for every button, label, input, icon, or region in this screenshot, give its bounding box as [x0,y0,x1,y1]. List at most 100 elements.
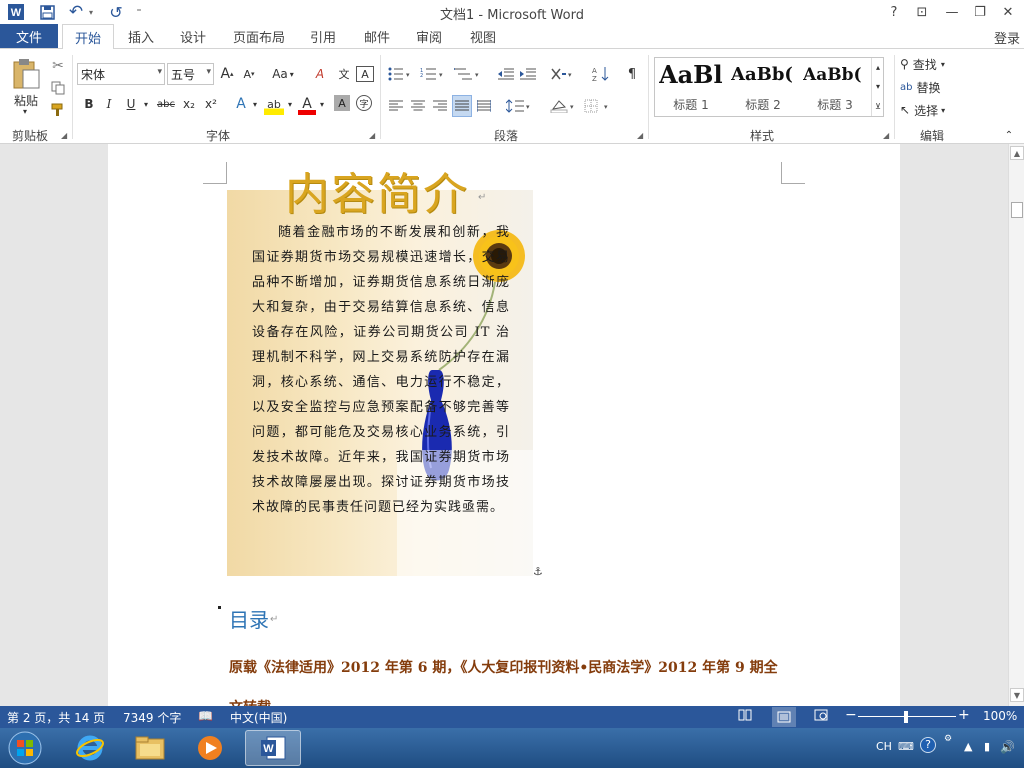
collapse-ribbon-icon[interactable]: ⌃ [1002,129,1016,141]
font-color-dropdown-icon[interactable]: ▾ [318,93,326,115]
character-border-button[interactable]: A [356,66,374,82]
paragraph-launcher-icon[interactable]: ◢ [637,131,643,140]
input-method-indicator[interactable]: CH [876,740,892,753]
tab-insert[interactable]: 插入 [118,24,164,48]
highlight-dropdown-icon[interactable]: ▾ [286,93,294,115]
zoom-in-icon[interactable]: + [958,707,970,723]
styles-more-icon[interactable]: ⊻ [871,96,884,116]
highlight-button[interactable]: ab [264,93,284,115]
cut-icon[interactable]: ✂ [48,55,68,77]
close-button[interactable]: ✕ [994,0,1022,24]
tab-references[interactable]: 引用 [300,24,346,48]
customize-qat-icon[interactable]: ⁼ [132,2,146,22]
taskbar-file-explorer[interactable] [122,730,178,766]
phonetic-guide-button[interactable]: 文 [334,63,354,85]
web-layout-icon[interactable] [814,709,828,724]
grow-font-button[interactable]: A ▴ [218,63,236,85]
align-center-icon[interactable] [408,95,428,117]
font-size-combo[interactable]: 五号 ▾ [167,63,214,85]
style-heading-2[interactable]: AaBb( 标题 2 [727,58,799,116]
strikethrough-button[interactable]: abc [154,93,178,115]
vertical-scrollbar[interactable]: ▲ ▼ [1008,144,1024,706]
shading-icon[interactable]: ▾ [548,95,578,117]
bold-button[interactable]: B [80,93,98,115]
taskbar-media-player[interactable] [182,730,238,766]
show-hidden-icons[interactable]: ▲ [964,740,972,753]
format-painter-icon[interactable] [48,99,68,121]
clipboard-launcher-icon[interactable]: ◢ [61,131,67,140]
minimize-button[interactable]: — [938,0,966,24]
style-heading-1[interactable]: AaBl 标题 1 [655,58,727,116]
volume-icon[interactable]: 🔊 [1000,740,1015,754]
style-heading-3[interactable]: AaBb( 标题 3 [799,58,871,116]
multilevel-list-icon[interactable]: ▾ [452,63,482,85]
print-layout-icon[interactable] [772,707,796,727]
select-button[interactable]: ↖ 选择 ▾ [900,99,962,121]
scrollbar-thumb[interactable] [1011,202,1023,218]
zoom-out-icon[interactable]: − [845,707,857,723]
line-spacing-icon[interactable]: ▾ [504,95,534,117]
paste-dropdown-icon[interactable]: ▾ [18,105,32,117]
undo-icon[interactable]: ↶ [66,2,86,22]
undo-dropdown-icon[interactable]: ▾ [86,2,96,22]
subscript-button[interactable]: x₂ [180,93,198,115]
options-tray-icon[interactable]: ⚙ [944,734,952,744]
read-mode-icon[interactable] [738,709,752,724]
zoom-slider-thumb[interactable] [904,711,908,723]
tab-page-layout[interactable]: 页面布局 [226,24,292,48]
character-shading-button[interactable]: A [334,95,350,111]
copy-icon[interactable] [48,77,68,99]
tab-view[interactable]: 视图 [460,24,506,48]
keyboard-icon[interactable]: ⌨ [898,740,914,753]
styles-scroll-up-icon[interactable]: ▴ [871,58,884,77]
help-button[interactable]: ? [880,0,908,24]
styles-scroll-down-icon[interactable]: ▾ [871,77,884,96]
text-effects-dropdown-icon[interactable]: ▾ [251,93,259,115]
tab-file[interactable]: 文件 [0,24,58,48]
decrease-indent-icon[interactable] [496,63,516,85]
start-button[interactable] [2,730,48,766]
scroll-up-icon[interactable]: ▲ [1010,146,1024,160]
restore-button[interactable]: ❐ [966,0,994,24]
page-count[interactable]: 第 2 页，共 14 页 [7,709,105,726]
paste-icon[interactable] [10,57,42,91]
clear-formatting-button[interactable]: A [310,63,330,85]
save-icon[interactable] [36,2,58,22]
network-icon[interactable]: ▮ [984,740,990,753]
font-launcher-icon[interactable]: ◢ [369,131,375,140]
find-button[interactable]: ⚲ 查找 ▾ [900,53,962,75]
align-right-icon[interactable] [430,95,450,117]
tab-design[interactable]: 设计 [170,24,216,48]
underline-button[interactable]: U [122,93,140,115]
login-link[interactable]: 登录 [994,28,1020,47]
show-hide-marks-icon[interactable]: ¶ [622,63,642,85]
zoom-level[interactable]: 100% [983,709,1017,723]
font-name-combo[interactable]: 宋体 ▾ [77,63,165,85]
scroll-down-icon[interactable]: ▼ [1010,688,1024,702]
replace-button[interactable]: ab 替换 [900,76,952,98]
superscript-button[interactable]: x² [202,93,220,115]
text-effects-button[interactable]: A [232,93,250,115]
increase-indent-icon[interactable] [518,63,538,85]
bullets-icon[interactable]: ▾ [386,63,412,85]
italic-button[interactable]: I [100,93,118,115]
proofing-icon[interactable]: 📖 [198,709,213,723]
chinese-layout-icon[interactable]: ▾ [548,63,576,85]
distributed-icon[interactable] [474,95,494,117]
taskbar-word[interactable]: W [245,730,301,766]
shrink-font-button[interactable]: A ▾ [240,63,258,85]
underline-dropdown-icon[interactable]: ▾ [142,93,150,115]
language[interactable]: 中文(中国) [230,709,287,726]
ribbon-display-options-button[interactable]: ⊡ [908,0,936,24]
justify-icon[interactable] [452,95,472,117]
change-case-button[interactable]: Aa ▾ [268,63,298,85]
enclose-characters-button[interactable]: 字 [356,95,372,111]
tab-home[interactable]: 开始 [62,24,114,49]
borders-icon[interactable]: ▾ [582,95,612,117]
help-tray-icon[interactable]: ? [920,737,936,753]
align-left-icon[interactable] [386,95,406,117]
redo-icon[interactable]: ↺ [106,2,126,22]
styles-launcher-icon[interactable]: ◢ [883,131,889,140]
font-color-button[interactable]: A [298,93,316,115]
taskbar-internet-explorer[interactable] [62,730,118,766]
